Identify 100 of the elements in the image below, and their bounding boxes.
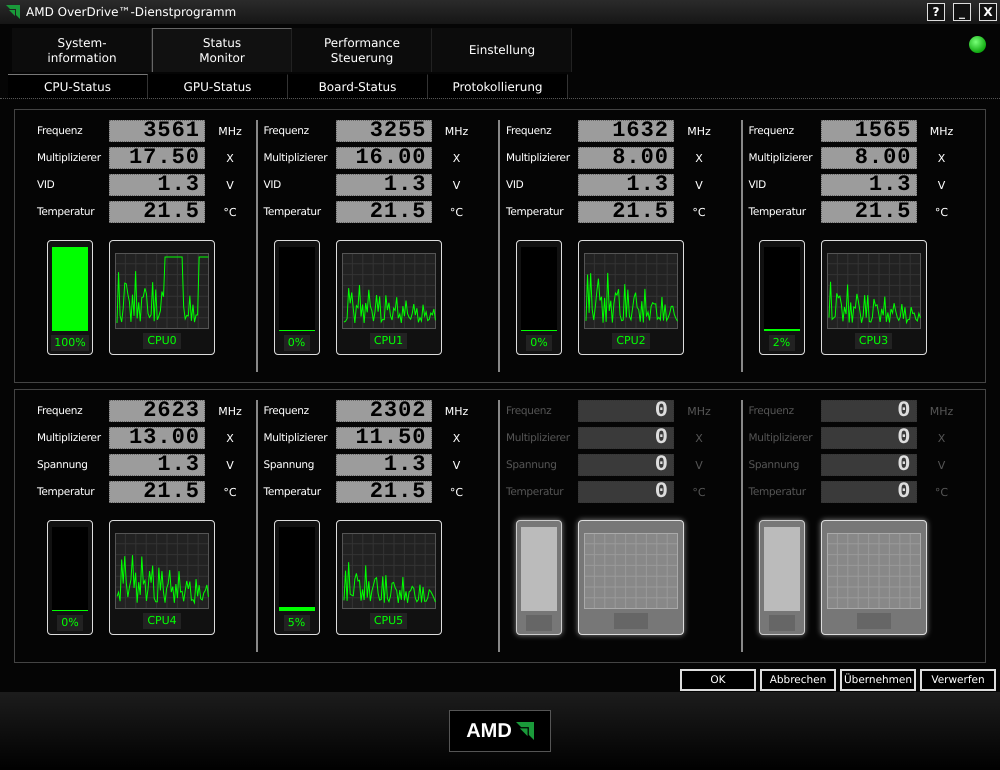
- digital-readout: 3255: [336, 120, 432, 142]
- field-label: Temperatur: [264, 486, 322, 498]
- unit-label: X: [225, 152, 235, 164]
- sub-tab[interactable]: GPU-Status: [148, 74, 288, 98]
- unit-label: V: [936, 178, 946, 192]
- window-control-button[interactable]: ?: [927, 3, 945, 21]
- unit-label: °C: [222, 486, 238, 498]
- dialog-button[interactable]: Verwerfen: [920, 669, 996, 691]
- unit-label: V: [694, 178, 704, 192]
- unit-label: °C: [448, 206, 464, 218]
- sub-tab[interactable]: Board-Status: [288, 74, 428, 98]
- field-label: Temperatur: [506, 206, 564, 218]
- digital-readout: 16.00: [336, 147, 432, 169]
- main-tab[interactable]: Performance Steuerung: [292, 28, 432, 72]
- unit-label: V: [225, 178, 235, 192]
- graph-label: CPU4: [143, 613, 181, 629]
- field-label: Temperatur: [748, 206, 807, 218]
- field-label: Frequenz: [37, 405, 84, 417]
- unit-label: X: [936, 432, 946, 444]
- unit-label: °C: [691, 206, 707, 218]
- digital-readout: 1632: [578, 120, 674, 142]
- field-label: Frequenz: [748, 125, 795, 137]
- digital-readout: 21.5: [336, 481, 432, 503]
- unit-label: MHz: [217, 404, 243, 418]
- field-label: Frequenz: [748, 405, 795, 417]
- field-label: Temperatur: [264, 206, 322, 218]
- unit-label: V: [225, 458, 235, 472]
- unit-label: V: [936, 458, 946, 472]
- field-label: Frequenz: [264, 125, 310, 137]
- window-control-button[interactable]: X: [979, 3, 997, 21]
- digital-readout: 21.5: [578, 201, 674, 223]
- usage-reading: 100%: [51, 335, 89, 351]
- unit-label: MHz: [444, 404, 470, 418]
- unit-label: °C: [222, 206, 238, 218]
- field-label: Frequenz: [506, 405, 552, 417]
- unit-label: °C: [691, 486, 707, 498]
- unit-label: X: [694, 152, 704, 164]
- unit-label: MHz: [928, 404, 954, 418]
- dialog-button[interactable]: Übernehmen: [840, 669, 916, 691]
- usage-reading: 5%: [284, 615, 310, 631]
- digital-readout: 8.00: [820, 147, 916, 169]
- digital-readout: 0: [820, 454, 916, 476]
- digital-readout: 0: [578, 427, 674, 449]
- field-label: Multiplizierer: [37, 432, 102, 444]
- field-label: Temperatur: [506, 486, 564, 498]
- digital-readout: 1.3: [109, 174, 205, 196]
- brand-logo: AMD: [449, 710, 551, 752]
- digital-readout: 0: [820, 481, 916, 503]
- window-control-button[interactable]: _: [953, 3, 971, 21]
- unit-label: X: [694, 432, 704, 444]
- digital-readout: 1565: [820, 120, 916, 142]
- unit-label: X: [225, 432, 235, 444]
- digital-readout: 0: [578, 481, 674, 503]
- digital-readout: 1.3: [578, 174, 674, 196]
- digital-readout: 2623: [109, 400, 205, 422]
- unit-label: V: [452, 178, 462, 192]
- unit-label: MHz: [686, 124, 712, 138]
- field-label: Spannung: [37, 459, 89, 471]
- dialog-button[interactable]: OK: [680, 669, 756, 691]
- field-label: Multiplizierer: [264, 432, 328, 444]
- digital-readout: 0: [820, 400, 916, 422]
- field-label: Frequenz: [37, 125, 84, 137]
- field-label: Multiplizierer: [506, 152, 571, 164]
- digital-readout: 21.5: [109, 481, 205, 503]
- main-tab[interactable]: Status Monitor: [152, 28, 292, 72]
- digital-readout: 0: [820, 427, 916, 449]
- field-label: Spannung: [506, 459, 558, 471]
- graph-label: CPU5: [370, 613, 408, 629]
- field-label: VID: [506, 179, 524, 191]
- main-tab[interactable]: System- information: [12, 28, 152, 72]
- field-label: Frequenz: [264, 405, 310, 417]
- main-tab[interactable]: Einstellung: [432, 28, 572, 72]
- digital-readout: 8.00: [578, 147, 674, 169]
- unit-label: MHz: [217, 124, 243, 138]
- digital-readout: 11.50: [336, 427, 432, 449]
- dialog-button[interactable]: Abbrechen: [760, 669, 836, 691]
- field-label: Multiplizierer: [37, 152, 102, 164]
- graph-label: CPU0: [143, 333, 181, 349]
- graph-label: CPU1: [370, 333, 408, 349]
- unit-label: X: [936, 152, 946, 164]
- unit-label: X: [452, 432, 462, 444]
- unit-label: MHz: [928, 124, 954, 138]
- sub-tab[interactable]: Protokollierung: [428, 74, 568, 98]
- field-label: Spannung: [264, 459, 316, 471]
- digital-readout: 1.3: [820, 174, 916, 196]
- unit-label: °C: [448, 486, 464, 498]
- sub-tab[interactable]: CPU-Status: [8, 74, 148, 98]
- field-label: Multiplizierer: [264, 152, 328, 164]
- field-label: VID: [37, 179, 56, 191]
- digital-readout: 0: [578, 454, 674, 476]
- status-light-icon: [969, 36, 986, 53]
- digital-readout: 1.3: [336, 174, 432, 196]
- digital-readout: 2302: [336, 400, 432, 422]
- field-label: Multiplizierer: [506, 432, 571, 444]
- unit-label: MHz: [686, 404, 712, 418]
- field-label: Multiplizierer: [748, 152, 814, 164]
- window-title: AMD OverDrive™-Dienstprogramm: [26, 5, 238, 19]
- field-label: Temperatur: [748, 486, 807, 498]
- field-label: Spannung: [748, 459, 800, 471]
- digital-readout: 3561: [109, 120, 205, 142]
